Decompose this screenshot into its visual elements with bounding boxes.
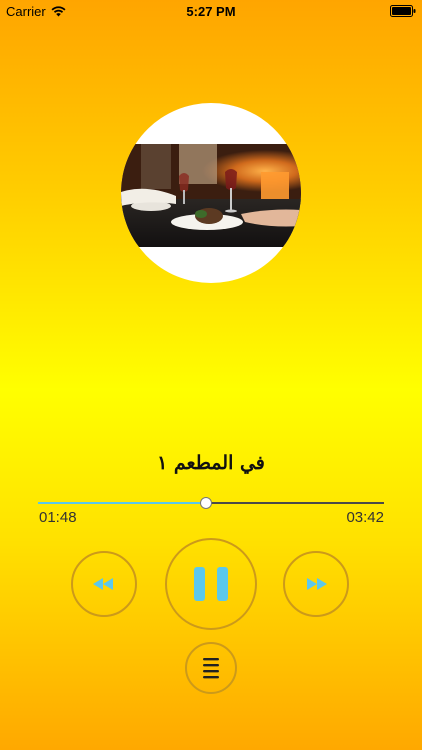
status-bar: Carrier 5:27 PM xyxy=(0,0,422,22)
status-clock: 5:27 PM xyxy=(186,4,236,19)
pause-button[interactable] xyxy=(165,538,257,630)
fast-forward-icon xyxy=(307,578,327,590)
playlist-icon xyxy=(203,658,219,679)
restaurant-photo-icon xyxy=(121,144,301,247)
pause-icon xyxy=(194,567,228,601)
album-artwork xyxy=(121,103,301,283)
playlist-button[interactable] xyxy=(185,642,237,694)
battery-icon xyxy=(390,5,416,17)
elapsed-time: 01:48 xyxy=(39,509,77,526)
progress-slider[interactable] xyxy=(38,496,384,510)
progress-thumb[interactable] xyxy=(200,497,213,509)
fast-forward-button[interactable] xyxy=(283,551,349,617)
rewind-icon xyxy=(93,578,113,590)
progress-fill xyxy=(38,502,207,504)
total-duration: 03:42 xyxy=(346,509,384,526)
rewind-button[interactable] xyxy=(71,551,137,617)
track-title: في المطعم ١ xyxy=(157,452,265,474)
